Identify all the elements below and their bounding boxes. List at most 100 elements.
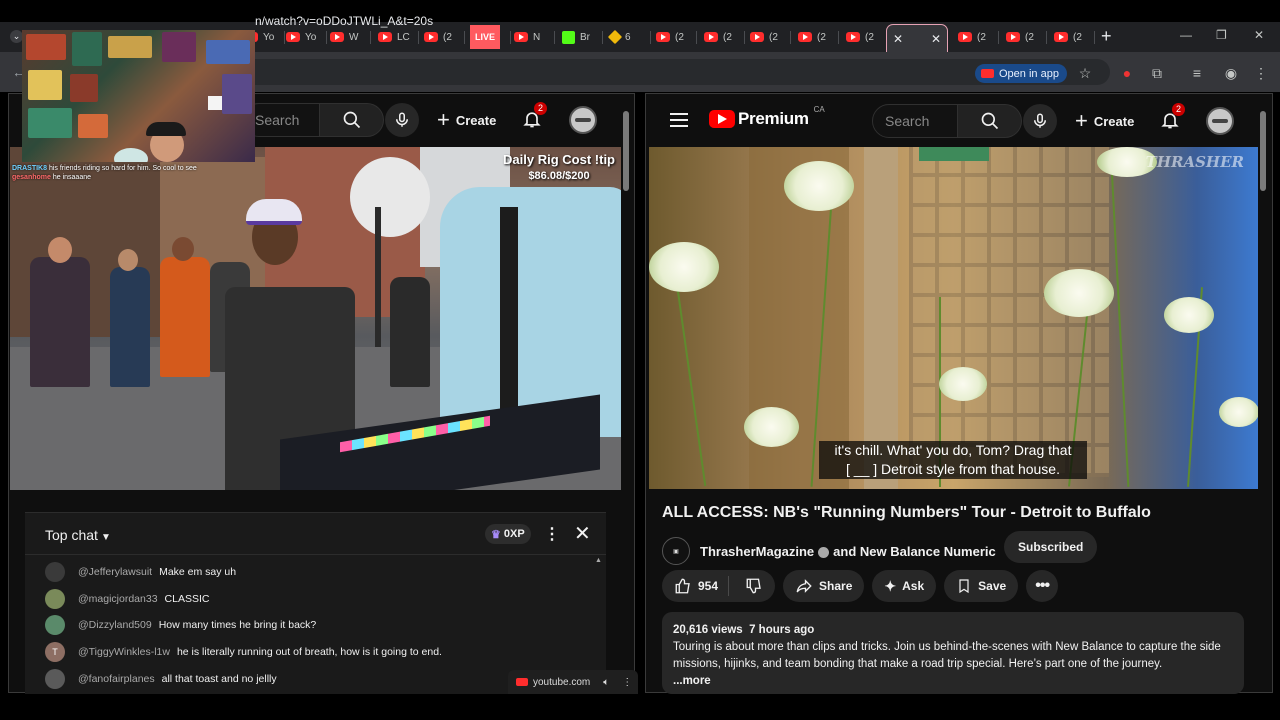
- chat-avatar[interactable]: [45, 668, 65, 689]
- chat-avatar[interactable]: [45, 615, 65, 636]
- tab-label: (2: [1025, 31, 1034, 43]
- ask-button[interactable]: ✦ Ask: [872, 570, 937, 602]
- xp-badge[interactable]: ♛ 0XP: [485, 524, 531, 544]
- bottom-strip: [0, 694, 1280, 720]
- account-avatar[interactable]: [1206, 107, 1234, 135]
- dislike-button[interactable]: [735, 577, 775, 595]
- chat-avatar[interactable]: T: [45, 642, 65, 663]
- view-count: 20,616 views: [673, 624, 743, 636]
- chat-author[interactable]: @fanofairplanes: [78, 673, 155, 685]
- share-button[interactable]: Share: [783, 570, 865, 602]
- overlay-chat-user: DRASTIK8: [12, 165, 48, 172]
- youtube-play-icon: [709, 110, 735, 128]
- scrollbar[interactable]: [623, 111, 629, 191]
- browser-tab[interactable]: (2: [420, 25, 464, 49]
- extensions-puzzle-icon[interactable]: ⧉: [1148, 64, 1166, 82]
- browser-tab[interactable]: 6: [606, 25, 650, 49]
- close-icon[interactable]: ✕: [893, 32, 903, 46]
- save-button[interactable]: Save: [944, 570, 1019, 602]
- new-tab-button[interactable]: +: [1101, 26, 1112, 47]
- profile-icon[interactable]: ◉: [1222, 64, 1240, 82]
- chat-author[interactable]: @Jefferylawsuit: [78, 566, 152, 578]
- browser-tab[interactable]: (2: [746, 25, 790, 49]
- voice-search-button[interactable]: [1023, 104, 1057, 138]
- window-close-icon[interactable]: ✕: [1254, 28, 1264, 42]
- restore-icon[interactable]: ❐: [1216, 28, 1227, 42]
- chat-message[interactable]: T @TiggyWinkles-l1w he is literally runnin…: [25, 639, 606, 666]
- search-button[interactable]: [320, 103, 384, 137]
- domain-label: youtube.com: [533, 676, 591, 688]
- close-tab-icon[interactable]: ✕: [931, 32, 941, 46]
- browser-tab[interactable]: (2: [1050, 25, 1094, 49]
- open-in-app-button[interactable]: Open in app: [975, 64, 1067, 83]
- channel-avatar[interactable]: ▣: [662, 537, 690, 565]
- stream-video-player[interactable]: Daily Rig Cost !tip $86.08/$200: [10, 147, 621, 490]
- browser-tab[interactable]: (2: [794, 25, 838, 49]
- chat-text: Make em say uh: [159, 566, 237, 579]
- notifications-button[interactable]: 2: [1160, 103, 1186, 133]
- create-button[interactable]: + Create: [1075, 104, 1134, 138]
- tab-separator: [370, 31, 371, 44]
- volume-icon[interactable]: 🔈︎: [603, 677, 609, 688]
- search-input[interactable]: Search: [872, 104, 958, 138]
- chat-header: Top chat ▼ ♛ 0XP ⋮ ✕: [25, 513, 606, 555]
- chat-text: CLASSIC: [164, 592, 210, 605]
- chat-author[interactable]: @TiggyWinkles-l1w: [78, 646, 170, 658]
- omnibox[interactable]: [190, 59, 1110, 85]
- hamburger-menu-icon[interactable]: [670, 113, 688, 127]
- browser-tab[interactable]: (2: [652, 25, 696, 49]
- youtube-premium-logo[interactable]: Premium CA: [709, 105, 825, 129]
- video-player[interactable]: THRASHER it's chill. What' you do, Tom? …: [649, 147, 1258, 489]
- tab-separator: [744, 31, 745, 44]
- browser-tab[interactable]: LC: [374, 25, 418, 49]
- browser-tab[interactable]: W: [326, 25, 370, 49]
- scrollbar[interactable]: [1260, 111, 1266, 191]
- video-meta: 20,616 views 7 hours ago: [673, 622, 1233, 639]
- like-button[interactable]: 954: [662, 576, 730, 596]
- browser-tab[interactable]: (2: [842, 25, 886, 49]
- browser-tab[interactable]: (2: [1002, 25, 1046, 49]
- more-options-icon[interactable]: ⋮: [544, 524, 560, 544]
- subscribed-button[interactable]: Subscribed: [1004, 531, 1098, 563]
- show-more-link[interactable]: ...more: [673, 673, 1233, 690]
- chat-message[interactable]: @magicjordan33 CLASSIC: [25, 586, 606, 613]
- tab-active[interactable]: ✕ ✕: [886, 24, 948, 52]
- search-icon: [981, 112, 998, 130]
- collab-channel-name[interactable]: and New Balance Numeric: [833, 544, 996, 559]
- notifications-button[interactable]: 2: [522, 102, 548, 132]
- extension-red-icon[interactable]: ●: [1118, 64, 1136, 82]
- more-actions-button[interactable]: •••: [1026, 570, 1059, 602]
- chat-author[interactable]: @Dizzyland509: [78, 619, 152, 631]
- chat-avatar[interactable]: [45, 588, 65, 609]
- media-control-icon[interactable]: ≡: [1188, 64, 1206, 82]
- chat-author[interactable]: @magicjordan33: [78, 593, 158, 605]
- bookmark-star-icon[interactable]: ☆: [1076, 64, 1094, 82]
- chrome-menu-icon[interactable]: ⋮: [1252, 64, 1270, 82]
- rig-cost-amount: $86.08/$200: [528, 170, 590, 182]
- chat-message[interactable]: @Jefferylawsuit Make em say uh: [25, 559, 606, 586]
- browser-tab[interactable]: Yo: [282, 25, 326, 49]
- channel-name[interactable]: ThrasherMagazine: [700, 544, 814, 559]
- top-chat-dropdown[interactable]: Top chat ▼: [45, 527, 111, 543]
- url-text[interactable]: n/watch?v=oDDoJTWLi_A&t=20s: [255, 14, 433, 28]
- browser-tab[interactable]: (2: [954, 25, 998, 49]
- chat-avatar[interactable]: [45, 562, 65, 583]
- account-avatar[interactable]: [569, 106, 597, 134]
- browser-tab[interactable]: Br: [558, 25, 602, 49]
- browser-tab[interactable]: N: [510, 25, 554, 49]
- browser-tab[interactable]: (2: [700, 25, 744, 49]
- chat-message[interactable]: @Dizzyland509 How many times he bring it …: [25, 612, 606, 639]
- browser-tab[interactable]: LIVE: [466, 25, 510, 49]
- tab-label: LC: [397, 31, 410, 43]
- minimize-icon[interactable]: —: [1180, 28, 1192, 42]
- close-chat-icon[interactable]: ✕: [574, 521, 591, 546]
- search-button[interactable]: [958, 104, 1022, 138]
- rig-cost-title: Daily Rig Cost !tip: [503, 152, 615, 167]
- tab-separator: [464, 31, 465, 44]
- tab-label: (2: [675, 31, 684, 43]
- description-box[interactable]: 20,616 views 7 hours ago Touring is abou…: [662, 612, 1244, 694]
- voice-search-button[interactable]: [385, 103, 419, 137]
- rig-cost-overlay: Daily Rig Cost !tip $86.08/$200: [503, 151, 615, 185]
- more-icon[interactable]: ⋮: [622, 677, 632, 688]
- create-button[interactable]: + Create: [437, 103, 496, 137]
